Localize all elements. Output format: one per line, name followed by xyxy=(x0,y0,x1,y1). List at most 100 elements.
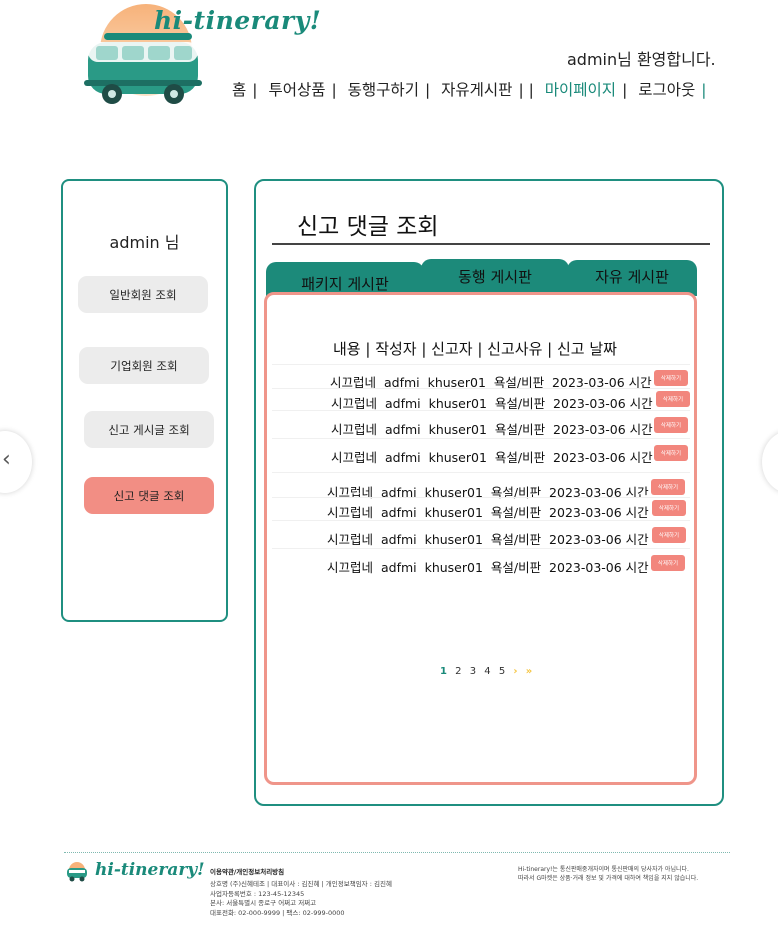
nav-free-board[interactable]: 자유게시판 xyxy=(441,78,512,100)
cell-date: 2023-03-06 시간 xyxy=(553,422,653,437)
footer-info-line: 사업자등록번호 : 123-45-12345 xyxy=(210,889,305,898)
delete-button[interactable]: 삭제하기 xyxy=(656,391,690,407)
delete-button[interactable]: 삭제하기 xyxy=(651,555,685,571)
sidebar-item-general-members[interactable]: 일반회원 조회 xyxy=(78,276,208,313)
nav-separator: | xyxy=(252,81,258,99)
row-divider xyxy=(272,548,690,549)
column-headers: 내용 | 작성자 | 신고자 | 신고사유 | 신고 날짜 xyxy=(333,340,617,358)
page-link[interactable]: 3 xyxy=(470,666,476,677)
cell-author: adfmi xyxy=(384,396,421,411)
sidebar-item-reported-comments[interactable]: 신고 댓글 조회 xyxy=(84,477,214,514)
delete-button[interactable]: 삭제하기 xyxy=(652,527,686,543)
delete-button[interactable]: 삭제하기 xyxy=(651,479,685,495)
nav-home[interactable]: 홈 xyxy=(232,78,246,100)
nav-separator: | xyxy=(331,81,337,99)
footer-terms-link[interactable]: 이용약관/개인정보처리방침 xyxy=(210,866,284,876)
tab-free-board[interactable]: 자유 게시판 xyxy=(567,260,697,296)
cell-date: 2023-03-06 시간 xyxy=(553,396,653,411)
footer-disclaimer: Hi-tinerary!는 통신판매중개자이며 통신판매의 당사자가 아닙니다.… xyxy=(518,866,698,883)
cell-author: adfmi xyxy=(380,560,417,575)
cell-reporter: khuser01 xyxy=(424,560,483,575)
tab-companion-board[interactable]: 동행 게시판 xyxy=(421,259,569,296)
next-page-icon[interactable]: › xyxy=(513,666,517,677)
nav-logout[interactable]: 로그아웃 xyxy=(638,78,695,100)
cell-author: adfmi xyxy=(380,505,417,520)
delete-button[interactable]: 삭제하기 xyxy=(652,500,686,516)
table-row: 시끄럽네 adfmi khuser01 욕설/비판 2023-03-06 시간 xyxy=(327,557,649,576)
nav-find-companion[interactable]: 동행구하기 xyxy=(348,78,419,100)
footer-info-line: 상호명 (주)신혜테조 | 대표이사 : 김진혜 | 개인정보책임자 : 김진혜 xyxy=(210,880,392,888)
footer-divider xyxy=(64,852,730,853)
footer-info-line: 대표전화: 02-000-9999 | 팩스: 02-999-0000 xyxy=(210,908,345,917)
cell-content: 시끄럽네 xyxy=(327,505,374,520)
row-divider xyxy=(272,364,690,365)
page-link[interactable]: 4 xyxy=(484,666,490,677)
cell-author: adfmi xyxy=(384,422,421,437)
page-link[interactable]: 5 xyxy=(499,666,505,677)
row-divider xyxy=(272,438,690,439)
pagination: 1 2 3 4 5 › » xyxy=(440,666,537,677)
nav-tour-products[interactable]: 투어상품 xyxy=(268,78,325,100)
chevron-left-icon: ‹ xyxy=(2,447,11,472)
cell-content: 시끄럽네 xyxy=(327,532,374,547)
cell-reason: 욕설/비판 xyxy=(490,505,542,520)
table-row: 시끄럽네 adfmi khuser01 욕설/비판 2023-03-06 시간 xyxy=(327,502,649,521)
cell-date: 2023-03-06 시간 xyxy=(549,505,649,520)
footer-brand[interactable]: hi-tinerary! xyxy=(95,860,205,880)
footer-info-line: 본사: 서울특별시 종로구 어쩌고 저쩌고 xyxy=(210,899,317,907)
cell-author: adfmi xyxy=(384,450,421,465)
title-divider xyxy=(272,243,710,245)
cell-reporter: khuser01 xyxy=(428,396,487,411)
page-link[interactable]: 2 xyxy=(455,666,461,677)
nav-separator: | | xyxy=(518,81,534,99)
last-page-icon[interactable]: » xyxy=(526,666,532,677)
nav-separator: | xyxy=(424,81,431,99)
cell-author: adfmi xyxy=(380,532,417,547)
delete-button[interactable]: 삭제하기 xyxy=(654,417,688,433)
row-divider xyxy=(272,410,690,411)
footer-company-info: 상호명 (주)신혜테조 | 대표이사 : 김진혜 | 개인정보책임자 : 김진혜… xyxy=(210,880,392,918)
cell-reason: 욕설/비판 xyxy=(494,396,546,411)
scroll-left-button[interactable]: ‹ xyxy=(0,431,32,493)
cell-date: 2023-03-06 시간 xyxy=(549,560,649,575)
brand-name[interactable]: hi-tinerary! xyxy=(154,6,321,35)
row-divider xyxy=(272,472,690,473)
footer-note-line: Hi-tinerary!는 통신판매중개자이며 통신판매의 당사자가 아닙니다. xyxy=(518,866,689,873)
sidebar-item-business-members[interactable]: 기업회원 조회 xyxy=(79,347,209,384)
cell-reporter: khuser01 xyxy=(424,532,483,547)
admin-sidebar: admin 님 xyxy=(61,179,228,622)
cell-reason: 욕설/비판 xyxy=(494,450,546,465)
delete-button[interactable]: 삭제하기 xyxy=(654,370,688,386)
table-row: 시끄럽네 adfmi khuser01 욕설/비판 2023-03-06 시간 xyxy=(331,447,653,466)
cell-reporter: khuser01 xyxy=(428,422,487,437)
footer-note-line: 따라서 G마켓은 상품·거래 정보 및 가격에 대하여 책임을 지지 않습니다. xyxy=(518,874,699,882)
main-nav: 홈 | 투어상품 | 동행구하기 | 자유게시판 | | 마이페이지 | 로그아웃 | xyxy=(232,78,707,100)
sidebar-title: admin 님 xyxy=(109,233,180,252)
row-divider xyxy=(272,497,690,498)
delete-button[interactable]: 삭제하기 xyxy=(654,445,688,461)
cell-date: 2023-03-06 시간 xyxy=(553,450,653,465)
cell-content: 시끄럽네 xyxy=(331,422,378,437)
cell-content: 시끄럽네 xyxy=(327,560,374,575)
cell-content: 시끄럽네 xyxy=(331,396,378,411)
page-link[interactable]: 1 xyxy=(440,666,447,677)
tab-label: 자유 게시판 xyxy=(595,268,669,286)
table-row: 시끄럽네 adfmi khuser01 욕설/비판 2023-03-06 시간 xyxy=(327,482,649,501)
scroll-right-button[interactable] xyxy=(762,431,778,493)
tab-label: 패키지 게시판 xyxy=(301,274,389,293)
tab-package-board[interactable]: 패키지 게시판 xyxy=(266,262,424,296)
table-row: 시끄럽네 adfmi khuser01 욕설/비판 2023-03-06 시간 xyxy=(331,419,653,438)
nav-mypage[interactable]: 마이페이지 xyxy=(545,78,616,100)
nav-separator: | xyxy=(701,81,707,99)
footer-logo-icon xyxy=(67,862,87,882)
cell-reporter: khuser01 xyxy=(428,450,487,465)
cell-reason: 욕설/비판 xyxy=(490,532,542,547)
cell-reason: 욕설/비판 xyxy=(490,560,542,575)
page-title: 신고 댓글 조회 xyxy=(297,214,439,240)
table-row: 시끄럽네 adfmi khuser01 욕설/비판 2023-03-06 시간 xyxy=(327,529,649,548)
cell-reason: 욕설/비판 xyxy=(494,422,546,437)
nav-separator: | xyxy=(622,81,628,99)
sidebar-item-reported-posts[interactable]: 신고 게시글 조회 xyxy=(84,411,214,448)
welcome-message: admin님 환영합니다. xyxy=(567,50,716,69)
tab-label: 동행 게시판 xyxy=(458,268,532,286)
